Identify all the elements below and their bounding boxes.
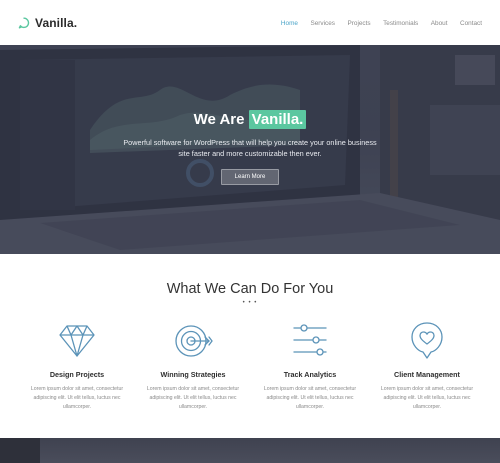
service-card-strategies: Winning Strategies Lorem ipsum dolor sit… <box>133 320 253 413</box>
service-card-title: Winning Strategies <box>160 370 226 379</box>
service-card-title: Design Projects <box>49 370 105 379</box>
service-card-desc: Lorem ipsum dolor sit amet, consectetur … <box>146 386 240 411</box>
nav-item-services[interactable]: Services <box>310 20 335 27</box>
service-card-desc: Lorem ipsum dolor sit amet, consectetur … <box>380 386 474 411</box>
service-card-desc: Lorem ipsum dolor sit amet, consectetur … <box>263 386 357 411</box>
hero-title-accent: Vanilla. <box>248 110 307 129</box>
hero-title: We Are Vanilla. <box>0 110 500 129</box>
learn-more-button[interactable]: Learn More <box>221 169 279 185</box>
services-section: What We Can Do For You • • • Design Proj… <box>0 254 500 438</box>
main-nav: Home Services Projects Testimonials Abou… <box>268 20 482 27</box>
section-divider-dots: • • • <box>242 300 258 306</box>
chat-bubble-icon <box>18 17 30 29</box>
nav-item-testimonials[interactable]: Testimonials <box>383 20 418 27</box>
next-section-shadow <box>0 438 40 463</box>
service-card-design: Design Projects Lorem ipsum dolor sit am… <box>17 320 137 413</box>
brand-name: Vanilla. <box>35 16 78 30</box>
service-card-analytics: Track Analytics Lorem ipsum dolor sit am… <box>250 320 370 413</box>
diamond-icon <box>59 325 95 357</box>
site-header: Vanilla. Home Services Projects Testimon… <box>0 0 500 45</box>
hero-subtitle: Powerful software for WordPress that wil… <box>123 138 377 158</box>
hero-title-prefix: We Are <box>193 111 245 128</box>
nav-item-contact[interactable]: Contact <box>460 20 482 27</box>
services-title: What We Can Do For You <box>166 281 334 297</box>
sliders-icon <box>293 324 327 356</box>
service-card-clients: Client Management Lorem ipsum dolor sit … <box>367 320 487 413</box>
heart-location-icon <box>411 322 443 359</box>
service-card-desc: Lorem ipsum dolor sit amet, consectetur … <box>30 386 124 411</box>
nav-item-projects[interactable]: Projects <box>348 20 371 27</box>
service-card-title: Track Analytics <box>283 370 337 379</box>
service-card-title: Client Management <box>394 370 460 379</box>
hero-section: We Are Vanilla. Powerful software for Wo… <box>0 45 500 254</box>
target-icon <box>175 325 213 357</box>
next-section-background <box>0 438 500 463</box>
hero-content: We Are Vanilla. Powerful software for Wo… <box>0 45 500 254</box>
nav-item-home[interactable]: Home <box>281 20 298 27</box>
brand-logo[interactable]: Vanilla. <box>18 16 77 30</box>
nav-item-about[interactable]: About <box>431 20 448 27</box>
